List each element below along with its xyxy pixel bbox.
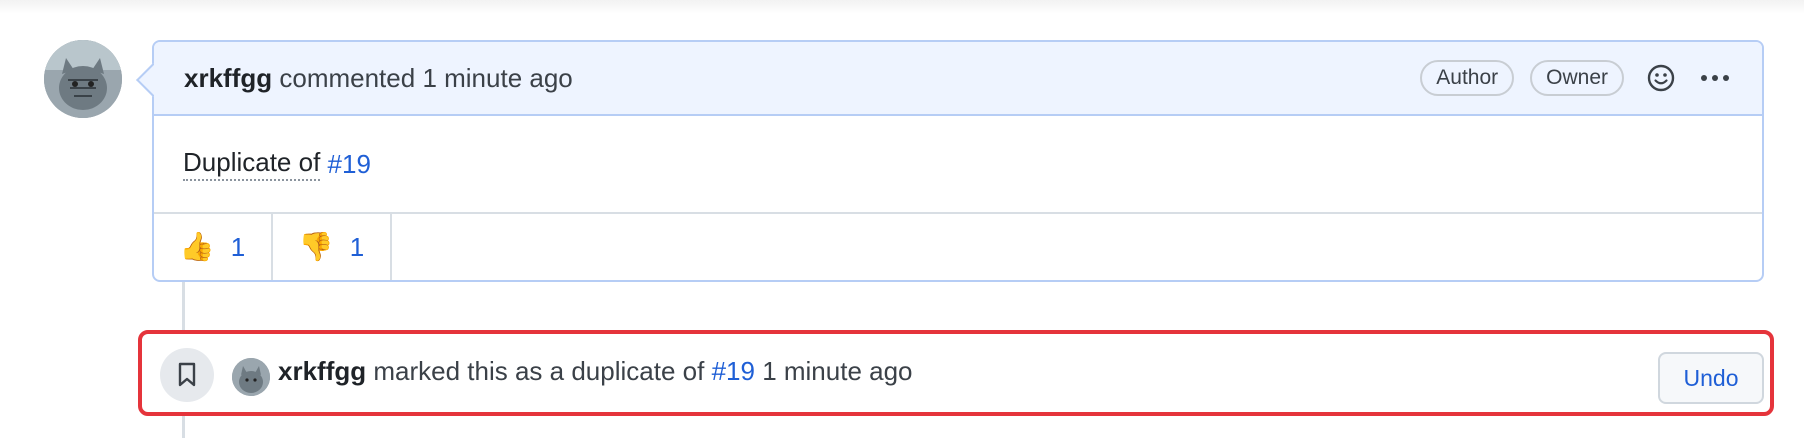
owner-badge: Owner (1530, 60, 1624, 96)
smiley-icon[interactable] (1644, 61, 1678, 95)
event-author-avatar[interactable] (232, 358, 270, 396)
reaction-thumbs-up[interactable]: 👍 1 (154, 214, 273, 280)
reaction-thumbs-down[interactable]: 👎 1 (273, 214, 392, 280)
author-badge: Author (1420, 60, 1515, 96)
reactions-bar: 👍 1 👎 1 (154, 214, 1762, 280)
comment-author-avatar[interactable] (44, 40, 122, 118)
issue-link[interactable]: #19 (328, 149, 371, 180)
comment-time[interactable]: 1 minute ago (422, 63, 572, 93)
thumbs-up-icon: 👍 (179, 231, 215, 262)
event-author[interactable]: xrkffgg (278, 356, 366, 386)
bookmark-icon (160, 348, 214, 402)
comment-box: xrkffgg commented 1 minute ago Author Ow… (152, 40, 1764, 282)
comment-action: commented (279, 62, 416, 93)
comment-meta: xrkffgg commented 1 minute ago (184, 63, 1404, 94)
comment-header: xrkffgg commented 1 minute ago Author Ow… (154, 42, 1762, 116)
undo-button[interactable]: Undo (1658, 352, 1764, 404)
top-shade (0, 0, 1804, 14)
comment-body: Duplicate of #19 (154, 116, 1762, 214)
event-description: marked this as a duplicate of (373, 356, 705, 386)
event-text: xrkffgg marked this as a duplicate of #1… (278, 356, 913, 387)
reaction-count: 1 (230, 231, 246, 262)
event-issue-link[interactable]: #19 (712, 356, 755, 386)
reaction-count: 1 (349, 231, 365, 262)
thumbs-down-icon: 👎 (298, 231, 334, 262)
event-time[interactable]: 1 minute ago (762, 356, 912, 386)
more-options-icon[interactable] (1698, 61, 1732, 95)
comment-author[interactable]: xrkffgg (184, 63, 272, 93)
duplicate-text: Duplicate of (183, 147, 321, 181)
duplicate-event: xrkffgg marked this as a duplicate of #1… (138, 330, 1774, 416)
